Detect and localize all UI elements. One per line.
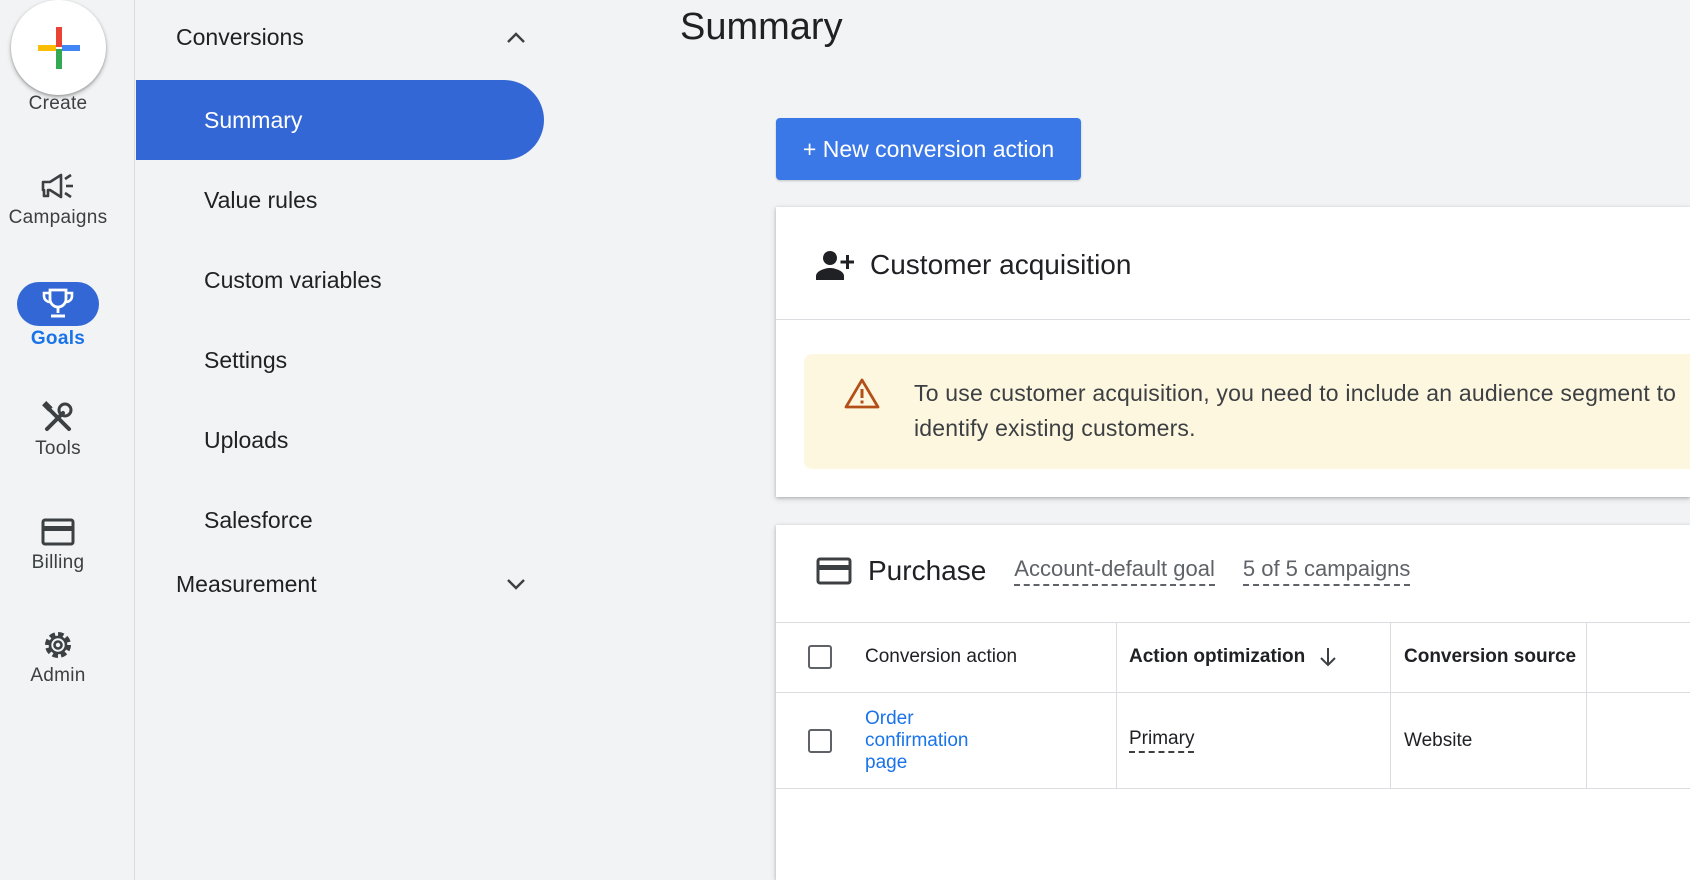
nav-item-label: Summary [204, 106, 303, 133]
measurement-header-label: Measurement [176, 570, 317, 597]
nav-item-settings[interactable]: Settings [136, 320, 544, 400]
left-rail: Create Campaigns Goals Tools Billing Adm… [0, 0, 135, 880]
rail-label-admin: Admin [30, 665, 86, 686]
credit-card-icon [816, 557, 852, 585]
warning-icon [844, 378, 880, 409]
rail-item-tools[interactable]: Tools [0, 398, 116, 460]
rail-label-goals: Goals [30, 328, 86, 349]
select-all-checkbox[interactable] [808, 645, 832, 669]
nav-item-label: Salesforce [204, 506, 313, 533]
column-divider [1116, 693, 1117, 788]
column-divider [1390, 693, 1391, 788]
nav-item-label: Value rules [204, 186, 318, 213]
row-divider [776, 788, 1690, 789]
goal-type-label[interactable]: Account-default goal [1014, 556, 1215, 586]
header-action-optimization[interactable]: Action optimization [1129, 622, 1337, 692]
select-all-cell [808, 622, 832, 692]
arrow-down-icon [1320, 648, 1336, 667]
create-button[interactable] [11, 0, 106, 95]
conversion-action-link[interactable]: Order confirmation page [865, 708, 995, 774]
purchase-header: Purchase Account-default goal 5 of 5 cam… [816, 545, 1411, 597]
conversion-action-cell: Order confirmation page [865, 693, 995, 788]
nav-item-salesforce[interactable]: Salesforce [136, 480, 544, 560]
customer-acquisition-title: Customer acquisition [870, 249, 1132, 280]
chevron-up-icon [507, 32, 525, 43]
rail-item-goals[interactable]: Goals [0, 282, 116, 350]
nav-item-custom-variables[interactable]: Custom variables [136, 240, 544, 320]
rail-label-tools: Tools [35, 438, 81, 459]
nav-item-label: Custom variables [204, 266, 382, 293]
purchase-card: Purchase Account-default goal 5 of 5 cam… [776, 525, 1690, 880]
chevron-down-icon [507, 579, 525, 590]
warning-banner: To use customer acquisition, you need to… [804, 354, 1690, 469]
table-row: Order confirmation page Primary Website [776, 693, 1690, 788]
nav-item-uploads[interactable]: Uploads [136, 400, 544, 480]
person-add-icon [816, 251, 854, 280]
rail-item-billing[interactable]: Billing [0, 512, 116, 574]
tools-icon [42, 401, 73, 431]
gear-icon [45, 632, 71, 658]
header-label: Conversion action [865, 646, 1018, 667]
trophy-icon [42, 288, 74, 318]
column-divider [1586, 693, 1587, 788]
campaigns-count-label[interactable]: 5 of 5 campaigns [1242, 556, 1411, 586]
rail-item-admin[interactable]: Admin [0, 625, 116, 687]
header-conversion-source[interactable]: Conversion source [1404, 622, 1576, 692]
row-select-cell [808, 693, 832, 788]
rail-label-campaigns: Campaigns [8, 207, 108, 228]
header-conversion-action[interactable]: Conversion action [865, 622, 1017, 692]
header-label: Conversion source [1404, 646, 1577, 667]
measurement-section-header[interactable]: Measurement [176, 564, 556, 604]
conversions-section-header[interactable]: Conversions [176, 17, 556, 57]
table-header-row: Conversion action Action optimization Co… [776, 622, 1690, 692]
customer-acquisition-header: Customer acquisition [816, 239, 1131, 291]
optimization-value[interactable]: Primary [1129, 728, 1195, 753]
customer-acquisition-card: Customer acquisition To use customer acq… [776, 207, 1690, 497]
column-divider [1116, 622, 1117, 692]
warning-text: To use customer acquisition, you need to… [914, 380, 1677, 441]
create-label-wrap: Create [0, 93, 116, 115]
megaphone-icon [41, 173, 73, 199]
source-value: Website [1404, 729, 1473, 751]
plus-icon [37, 26, 80, 69]
card-divider [776, 319, 1690, 320]
rail-label-billing: Billing [31, 552, 85, 573]
credit-card-icon [41, 518, 75, 546]
page-title: Summary [680, 6, 843, 48]
nav-item-summary[interactable]: Summary [136, 80, 544, 160]
row-checkbox[interactable] [808, 728, 832, 753]
conversion-source-cell: Website [1404, 693, 1472, 788]
nav-item-value-rules[interactable]: Value rules [136, 160, 544, 240]
action-optimization-cell: Primary [1129, 693, 1195, 788]
goals-active-pill [17, 282, 99, 326]
column-divider [1586, 622, 1587, 692]
rail-item-campaigns[interactable]: Campaigns [0, 167, 116, 229]
new-conversion-action-button[interactable]: + New conversion action [776, 118, 1081, 180]
column-divider [1390, 622, 1391, 692]
nav-item-label: Uploads [204, 426, 289, 453]
conversions-header-label: Conversions [176, 23, 304, 50]
purchase-title: Purchase [868, 555, 987, 586]
create-label: Create [28, 93, 88, 114]
header-label: Action optimization [1129, 646, 1306, 667]
nav-item-label: Settings [204, 346, 288, 373]
